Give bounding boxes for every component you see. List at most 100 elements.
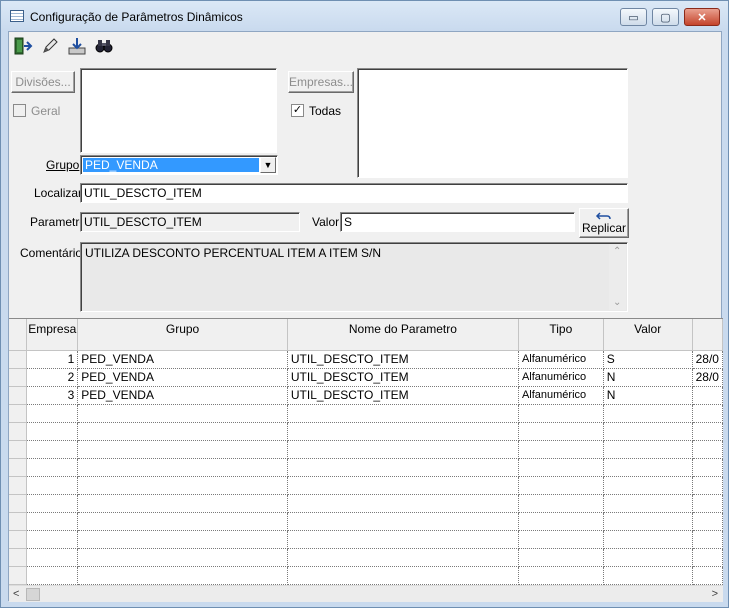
empty-cell[interactable] — [603, 476, 693, 495]
empty-cell[interactable] — [692, 476, 723, 495]
empty-cell[interactable] — [77, 566, 288, 585]
empty-cell[interactable] — [518, 530, 604, 549]
empty-table-row[interactable] — [9, 548, 723, 567]
cell-valor[interactable]: N — [603, 386, 693, 405]
empty-table-row[interactable] — [9, 512, 723, 531]
title-bar[interactable]: Configuração de Parâmetros Dinâmicos ▭ ▢… — [1, 1, 728, 31]
row-indicator[interactable] — [9, 566, 28, 585]
empty-cell[interactable] — [287, 476, 519, 495]
empty-table-row[interactable] — [9, 422, 723, 441]
empty-cell[interactable] — [26, 512, 79, 531]
row-indicator[interactable] — [9, 368, 28, 387]
empty-cell[interactable] — [287, 440, 519, 459]
table-row[interactable]: 3 PED_VENDA UTIL_DESCTO_ITEM Alfanuméric… — [9, 386, 723, 405]
grupo-select[interactable]: PED_VENDA ▼ — [80, 155, 278, 175]
empty-cell[interactable] — [692, 530, 723, 549]
empty-cell[interactable] — [692, 458, 723, 477]
empty-table-row[interactable] — [9, 476, 723, 495]
replicar-button[interactable]: Replicar — [579, 208, 629, 238]
empty-cell[interactable] — [603, 548, 693, 567]
scroll-right-arrow-icon[interactable]: > — [712, 588, 718, 600]
binoculars-icon[interactable] — [91, 33, 117, 59]
empty-cell[interactable] — [603, 512, 693, 531]
divisoes-list[interactable] — [80, 68, 277, 153]
table-row[interactable]: 2 PED_VENDA UTIL_DESCTO_ITEM Alfanuméric… — [9, 368, 723, 387]
empty-cell[interactable] — [77, 440, 288, 459]
empty-cell[interactable] — [287, 494, 519, 513]
empty-cell[interactable] — [26, 422, 79, 441]
cell-data[interactable]: 28/0 — [692, 350, 723, 369]
empty-cell[interactable] — [603, 404, 693, 423]
cell-data[interactable]: 28/0 — [692, 368, 723, 387]
column-header-grupo[interactable]: Grupo — [77, 319, 288, 351]
empty-cell[interactable] — [518, 404, 604, 423]
empty-cell[interactable] — [692, 512, 723, 531]
empty-cell[interactable] — [518, 458, 604, 477]
empty-cell[interactable] — [603, 422, 693, 441]
horizontal-scrollbar[interactable]: < > — [9, 585, 723, 602]
cell-grupo[interactable]: PED_VENDA — [77, 350, 288, 369]
cell-nome[interactable]: UTIL_DESCTO_ITEM — [287, 350, 519, 369]
empty-cell[interactable] — [26, 458, 79, 477]
cell-tipo[interactable]: Alfanumérico — [518, 350, 604, 369]
minimize-button[interactable]: ▭ — [620, 8, 647, 26]
empty-cell[interactable] — [77, 422, 288, 441]
empresas-button[interactable]: Empresas... — [288, 71, 354, 93]
close-button[interactable]: ✕ — [684, 8, 720, 26]
empty-cell[interactable] — [692, 548, 723, 567]
empty-cell[interactable] — [287, 512, 519, 531]
cell-empresa[interactable]: 3 — [26, 386, 79, 405]
cell-nome[interactable]: UTIL_DESCTO_ITEM — [287, 386, 519, 405]
chevron-down-icon[interactable]: ⌄ — [613, 297, 621, 308]
empty-cell[interactable] — [603, 494, 693, 513]
empresas-list[interactable] — [357, 68, 628, 178]
geral-checkbox[interactable] — [13, 104, 26, 117]
cell-grupo[interactable]: PED_VENDA — [77, 386, 288, 405]
empty-cell[interactable] — [692, 494, 723, 513]
empty-cell[interactable] — [518, 440, 604, 459]
empty-cell[interactable] — [26, 530, 79, 549]
empty-cell[interactable] — [603, 440, 693, 459]
empty-cell[interactable] — [518, 548, 604, 567]
comentarios-scrollbar[interactable]: ⌃ ⌄ — [609, 244, 626, 310]
parameters-grid[interactable]: Empresa Grupo Nome do Parametro Tipo Val… — [9, 318, 723, 585]
row-indicator[interactable] — [9, 440, 28, 459]
empty-cell[interactable] — [77, 494, 288, 513]
empty-cell[interactable] — [287, 530, 519, 549]
maximize-button[interactable]: ▢ — [652, 8, 679, 26]
cell-empresa[interactable]: 2 — [26, 368, 79, 387]
empty-cell[interactable] — [518, 422, 604, 441]
empty-cell[interactable] — [287, 422, 519, 441]
empty-cell[interactable] — [603, 530, 693, 549]
row-indicator[interactable] — [9, 512, 28, 531]
empty-cell[interactable] — [77, 404, 288, 423]
valor-input[interactable]: S — [340, 212, 575, 232]
download-tray-icon[interactable] — [64, 33, 90, 59]
cell-nome[interactable]: UTIL_DESCTO_ITEM — [287, 368, 519, 387]
empty-cell[interactable] — [518, 476, 604, 495]
empty-cell[interactable] — [26, 440, 79, 459]
row-indicator[interactable] — [9, 350, 28, 369]
scrollbar-thumb[interactable] — [26, 588, 40, 601]
empty-cell[interactable] — [603, 458, 693, 477]
scroll-left-arrow-icon[interactable]: < — [13, 588, 19, 600]
cell-data[interactable] — [692, 386, 723, 405]
row-indicator[interactable] — [9, 530, 28, 549]
empty-table-row[interactable] — [9, 566, 723, 585]
row-indicator[interactable] — [9, 422, 28, 441]
empty-cell[interactable] — [692, 440, 723, 459]
empty-cell[interactable] — [287, 548, 519, 567]
row-indicator[interactable] — [9, 494, 28, 513]
empty-cell[interactable] — [26, 476, 79, 495]
todas-checkbox[interactable]: ✓ — [291, 104, 304, 117]
empty-cell[interactable] — [287, 458, 519, 477]
cell-tipo[interactable]: Alfanumérico — [518, 386, 604, 405]
empty-table-row[interactable] — [9, 458, 723, 477]
empty-table-row[interactable] — [9, 404, 723, 423]
cell-tipo[interactable]: Alfanumérico — [518, 368, 604, 387]
empty-cell[interactable] — [692, 404, 723, 423]
empty-cell[interactable] — [518, 494, 604, 513]
empty-cell[interactable] — [77, 530, 288, 549]
column-header-nome[interactable]: Nome do Parametro — [287, 319, 519, 351]
empty-cell[interactable] — [77, 458, 288, 477]
